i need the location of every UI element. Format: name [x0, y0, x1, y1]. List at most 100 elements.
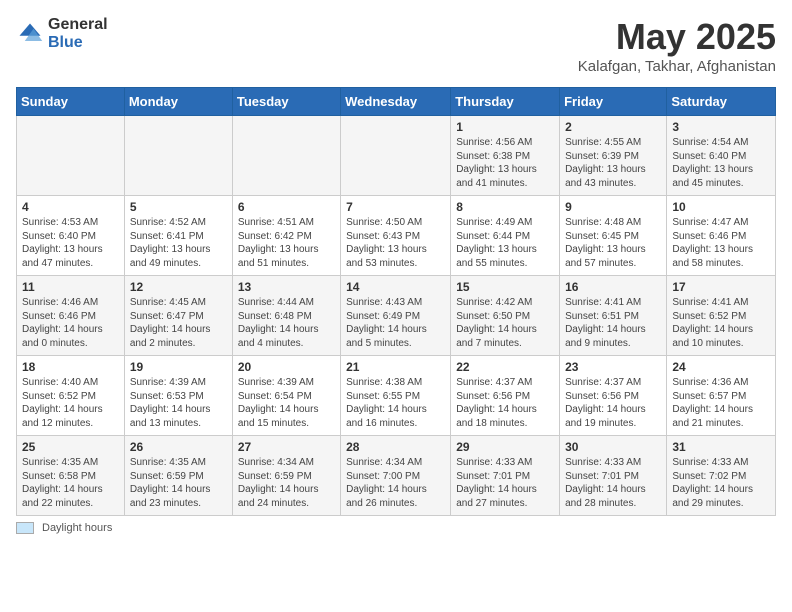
table-row: 7 Sunrise: 4:50 AM Sunset: 6:43 PM Daylig… [341, 196, 451, 276]
day-number: 9 [565, 200, 661, 214]
day-number: 2 [565, 120, 661, 134]
table-row [124, 116, 232, 196]
table-row: 2Sunrise: 4:55 AM Sunset: 6:39 PM Daylig… [560, 116, 667, 196]
day-number: 19 [130, 360, 227, 374]
calendar-header-sunday: Sunday [17, 88, 125, 116]
day-number: 10 [672, 200, 770, 214]
table-row: 5Sunrise: 4:52 AM Sunset: 6:41 PM Daylig… [124, 196, 232, 276]
day-number: 18 [22, 360, 119, 374]
daylight-color-swatch [16, 522, 34, 534]
table-row: 4Sunrise: 4:53 AM Sunset: 6:40 PM Daylig… [17, 196, 125, 276]
location-subtitle: Kalafgan, Takhar, Afghanistan [578, 58, 776, 75]
table-row: 22Sunrise: 4:37 AM Sunset: 6:56 PM Dayli… [451, 356, 560, 436]
day-number: 15 [456, 280, 554, 294]
title-area: May 2025 Kalafgan, Takhar, Afghanistan [578, 16, 776, 75]
table-row: 28 Sunrise: 4:34 AM Sunset: 7:00 PM Dayli… [341, 436, 451, 516]
day-number: 28 [346, 440, 445, 454]
logo-general-text: General [48, 16, 108, 34]
calendar-header-friday: Friday [560, 88, 667, 116]
table-row: 26 Sunrise: 4:35 AM Sunset: 6:59 PM Dayli… [124, 436, 232, 516]
day-info: Sunrise: 4:50 AM Sunset: 6:43 PM Dayligh… [346, 216, 445, 270]
table-row: 6 Sunrise: 4:51 AM Sunset: 6:42 PM Daylig… [232, 196, 340, 276]
day-info: Sunrise: 4:33 AM Sunset: 7:02 PM Dayligh… [672, 456, 770, 510]
day-info: Sunrise: 4:34 AM Sunset: 7:00 PM Dayligh… [346, 456, 445, 510]
day-info: Sunrise: 4:33 AM Sunset: 7:01 PM Dayligh… [456, 456, 554, 510]
table-row: 17 Sunrise: 4:41 AM Sunset: 6:52 PM Dayli… [667, 276, 776, 356]
table-row: 21 Sunrise: 4:38 AM Sunset: 6:55 PM Dayli… [341, 356, 451, 436]
day-number: 30 [565, 440, 661, 454]
day-info: Sunrise: 4:46 AM Sunset: 6:46 PM Dayligh… [22, 296, 119, 350]
day-info: Sunrise: 4:48 AM Sunset: 6:45 PM Dayligh… [565, 216, 661, 270]
calendar-header-row: SundayMondayTuesdayWednesdayThursdayFrid… [17, 88, 776, 116]
calendar-week-row: 11 Sunrise: 4:46 AM Sunset: 6:46 PM Dayli… [17, 276, 776, 356]
table-row: 13 Sunrise: 4:44 AM Sunset: 6:48 PM Dayli… [232, 276, 340, 356]
table-row: 1 Sunrise: 4:56 AM Sunset: 6:38 PM Daylig… [451, 116, 560, 196]
table-row [232, 116, 340, 196]
day-number: 8 [456, 200, 554, 214]
day-info: Sunrise: 4:34 AM Sunset: 6:59 PM Dayligh… [238, 456, 335, 510]
day-number: 26 [130, 440, 227, 454]
day-info: Sunrise: 4:39 AM Sunset: 6:54 PM Dayligh… [238, 376, 335, 430]
day-number: 16 [565, 280, 661, 294]
table-row: 24 Sunrise: 4:36 AM Sunset: 6:57 PM Dayli… [667, 356, 776, 436]
day-number: 20 [238, 360, 335, 374]
day-info: Sunrise: 4:43 AM Sunset: 6:49 PM Dayligh… [346, 296, 445, 350]
day-number: 17 [672, 280, 770, 294]
day-number: 14 [346, 280, 445, 294]
table-row: 3 Sunrise: 4:54 AM Sunset: 6:40 PM Daylig… [667, 116, 776, 196]
day-number: 7 [346, 200, 445, 214]
logo: General Blue [16, 16, 108, 51]
day-info: Sunrise: 4:52 AM Sunset: 6:41 PM Dayligh… [130, 216, 227, 270]
day-number: 21 [346, 360, 445, 374]
day-info: Sunrise: 4:49 AM Sunset: 6:44 PM Dayligh… [456, 216, 554, 270]
table-row: 19Sunrise: 4:39 AM Sunset: 6:53 PM Dayli… [124, 356, 232, 436]
footer-note: Daylight hours [16, 522, 776, 534]
header: General Blue May 2025 Kalafgan, Takhar, … [16, 16, 776, 75]
day-info: Sunrise: 4:36 AM Sunset: 6:57 PM Dayligh… [672, 376, 770, 430]
calendar-week-row: 1 Sunrise: 4:56 AM Sunset: 6:38 PM Daylig… [17, 116, 776, 196]
day-number: 1 [456, 120, 554, 134]
day-info: Sunrise: 4:33 AM Sunset: 7:01 PM Dayligh… [565, 456, 661, 510]
day-number: 11 [22, 280, 119, 294]
table-row: 30 Sunrise: 4:33 AM Sunset: 7:01 PM Dayli… [560, 436, 667, 516]
day-number: 12 [130, 280, 227, 294]
day-info: Sunrise: 4:41 AM Sunset: 6:52 PM Dayligh… [672, 296, 770, 350]
calendar-week-row: 25Sunrise: 4:35 AM Sunset: 6:58 PM Dayli… [17, 436, 776, 516]
table-row: 14 Sunrise: 4:43 AM Sunset: 6:49 PM Dayli… [341, 276, 451, 356]
day-number: 31 [672, 440, 770, 454]
day-info: Sunrise: 4:37 AM Sunset: 6:56 PM Dayligh… [565, 376, 661, 430]
day-number: 6 [238, 200, 335, 214]
table-row: 25Sunrise: 4:35 AM Sunset: 6:58 PM Dayli… [17, 436, 125, 516]
daylight-label: Daylight hours [42, 522, 112, 534]
day-info: Sunrise: 4:41 AM Sunset: 6:51 PM Dayligh… [565, 296, 661, 350]
day-number: 24 [672, 360, 770, 374]
day-info: Sunrise: 4:44 AM Sunset: 6:48 PM Dayligh… [238, 296, 335, 350]
calendar-header-saturday: Saturday [667, 88, 776, 116]
day-info: Sunrise: 4:38 AM Sunset: 6:55 PM Dayligh… [346, 376, 445, 430]
day-info: Sunrise: 4:54 AM Sunset: 6:40 PM Dayligh… [672, 136, 770, 190]
calendar-week-row: 4Sunrise: 4:53 AM Sunset: 6:40 PM Daylig… [17, 196, 776, 276]
table-row: 9 Sunrise: 4:48 AM Sunset: 6:45 PM Daylig… [560, 196, 667, 276]
month-year-title: May 2025 [578, 16, 776, 58]
logo-blue-text: Blue [48, 34, 108, 52]
day-info: Sunrise: 4:53 AM Sunset: 6:40 PM Dayligh… [22, 216, 119, 270]
table-row: 31 Sunrise: 4:33 AM Sunset: 7:02 PM Dayli… [667, 436, 776, 516]
table-row: 20 Sunrise: 4:39 AM Sunset: 6:54 PM Dayli… [232, 356, 340, 436]
calendar-table: SundayMondayTuesdayWednesdayThursdayFrid… [16, 87, 776, 516]
calendar-header-thursday: Thursday [451, 88, 560, 116]
table-row: 18Sunrise: 4:40 AM Sunset: 6:52 PM Dayli… [17, 356, 125, 436]
table-row: 15Sunrise: 4:42 AM Sunset: 6:50 PM Dayli… [451, 276, 560, 356]
logo-icon [16, 20, 44, 48]
day-number: 13 [238, 280, 335, 294]
day-info: Sunrise: 4:56 AM Sunset: 6:38 PM Dayligh… [456, 136, 554, 190]
day-number: 3 [672, 120, 770, 134]
table-row [17, 116, 125, 196]
day-number: 23 [565, 360, 661, 374]
calendar-header-monday: Monday [124, 88, 232, 116]
table-row: 16 Sunrise: 4:41 AM Sunset: 6:51 PM Dayli… [560, 276, 667, 356]
table-row: 27Sunrise: 4:34 AM Sunset: 6:59 PM Dayli… [232, 436, 340, 516]
day-info: Sunrise: 4:35 AM Sunset: 6:58 PM Dayligh… [22, 456, 119, 510]
calendar-week-row: 18Sunrise: 4:40 AM Sunset: 6:52 PM Dayli… [17, 356, 776, 436]
day-info: Sunrise: 4:35 AM Sunset: 6:59 PM Dayligh… [130, 456, 227, 510]
day-info: Sunrise: 4:51 AM Sunset: 6:42 PM Dayligh… [238, 216, 335, 270]
